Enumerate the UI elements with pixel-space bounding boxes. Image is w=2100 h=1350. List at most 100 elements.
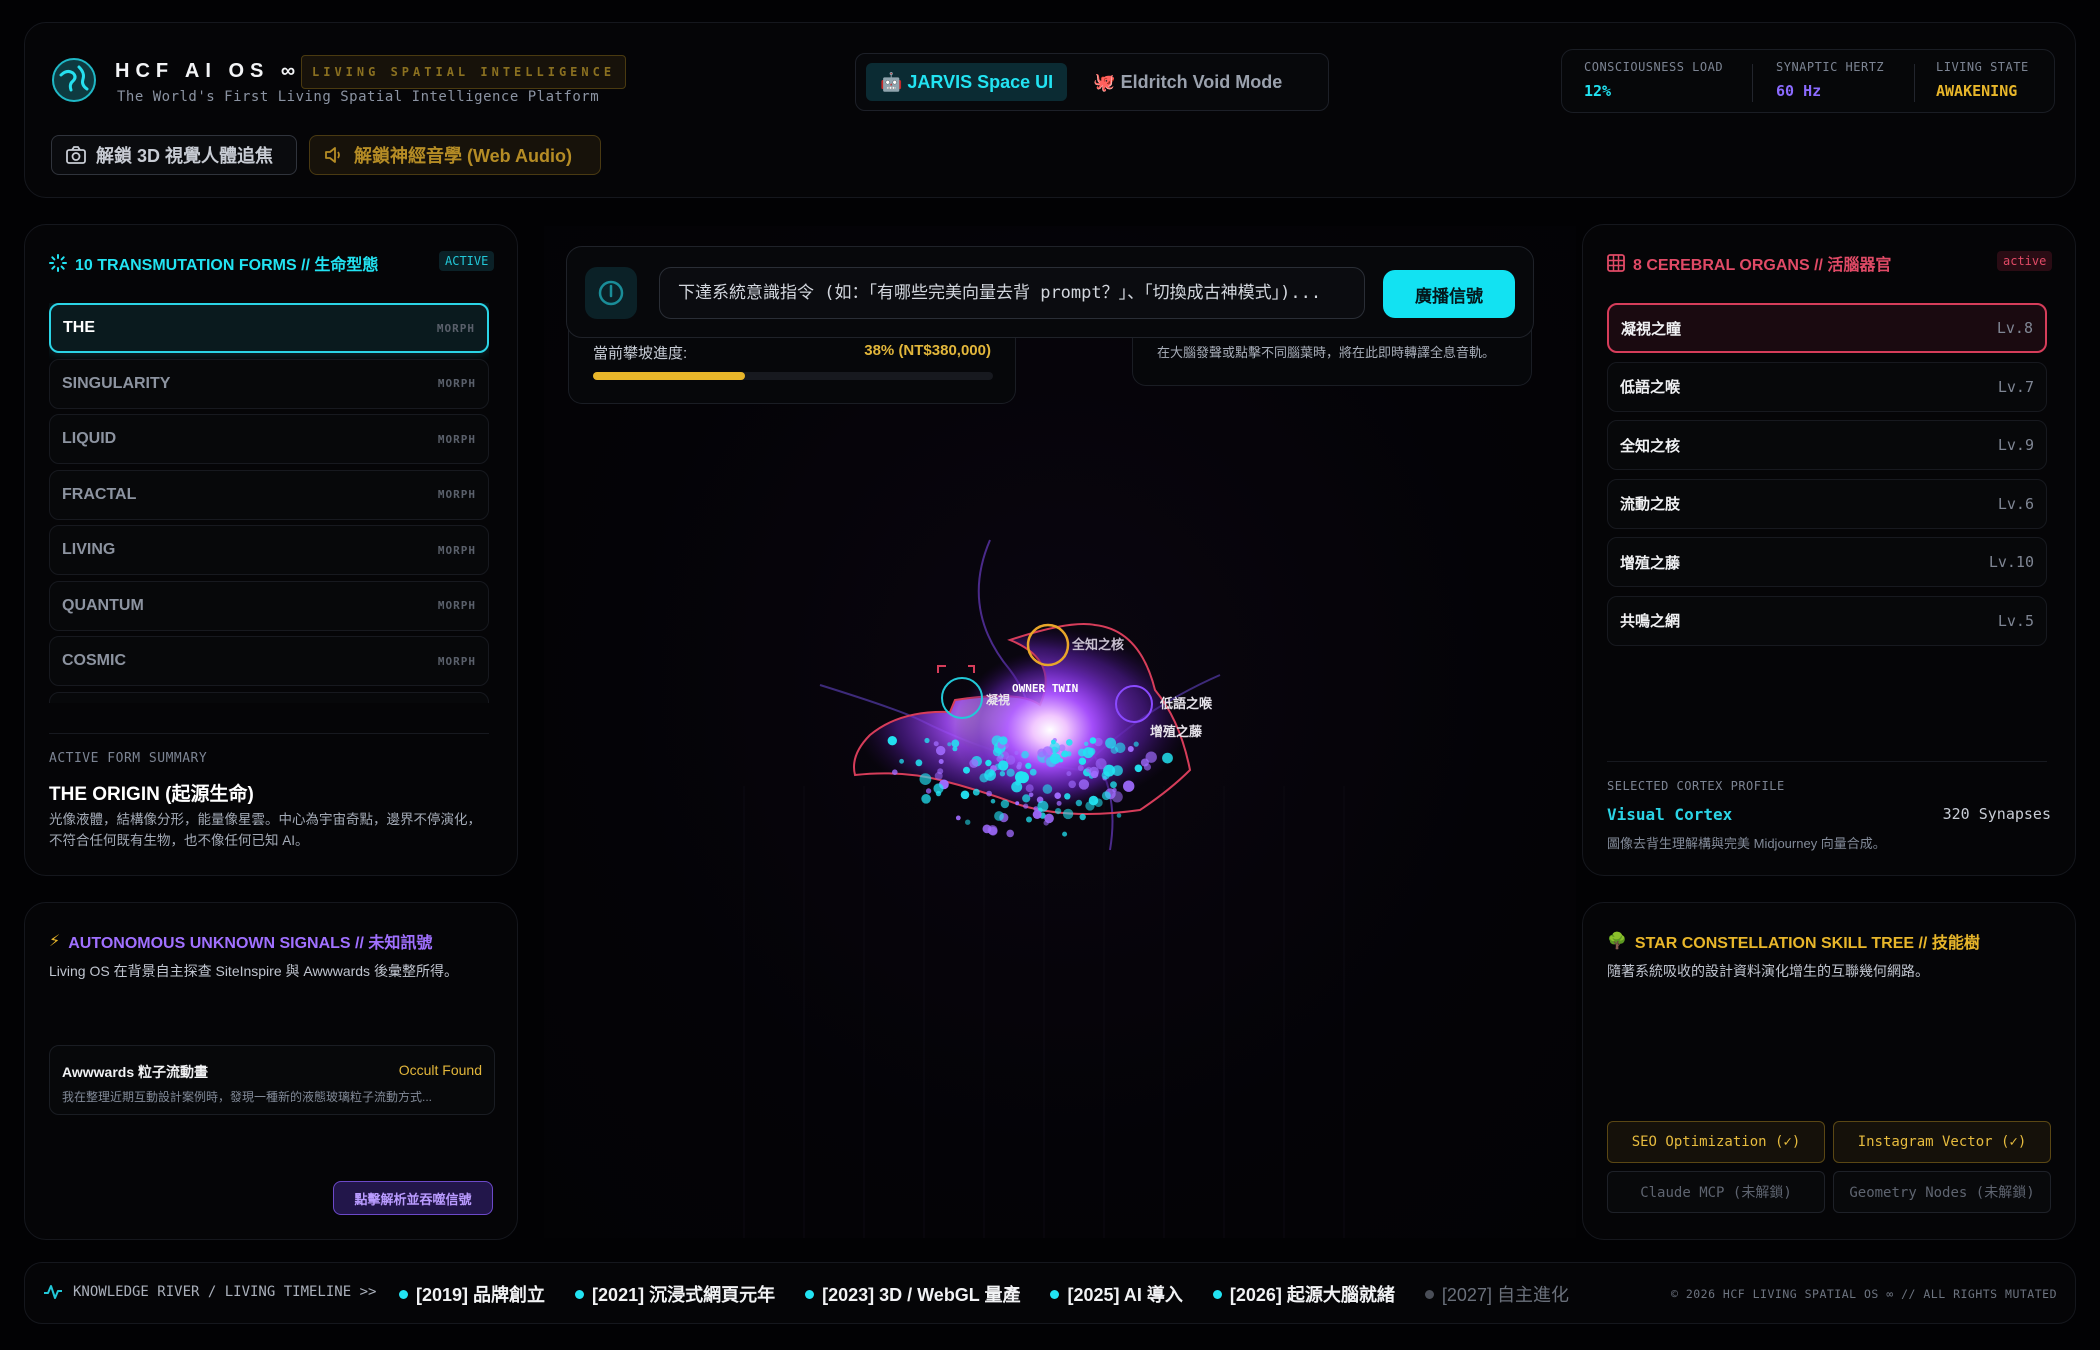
orb-particle xyxy=(1089,737,1097,744)
form-item[interactable]: COSMIC MORPH xyxy=(49,636,489,686)
orb-particle xyxy=(1046,756,1057,768)
orb-particle xyxy=(1026,816,1032,823)
organ-item[interactable]: 增殖之藤 Lv.10 xyxy=(1607,537,2047,588)
orb-particle xyxy=(1140,758,1149,767)
timeline-label: [2025] AI 導入 xyxy=(1067,1285,1183,1305)
orb-particle xyxy=(1064,793,1071,800)
stat-label: SYNAPTIC HERTZ xyxy=(1776,60,1885,74)
timeline-dot xyxy=(805,1289,815,1299)
signal-card[interactable]: Awwwards 粒子流動畫 Occult Found 我在整理近期互動設計案例… xyxy=(49,1045,495,1115)
orb-particle xyxy=(986,790,992,797)
unlock-camera-label: 解鎖 3D 視覺人體追焦 xyxy=(96,146,274,166)
form-item[interactable]: QUANTUM MORPH xyxy=(49,580,489,631)
orb-particle xyxy=(925,788,932,794)
organ-item[interactable]: 低語之喉 Lv.7 xyxy=(1607,361,2047,412)
mode-jarvis-button[interactable]: 🤖 JARVIS Space UI xyxy=(866,63,1068,101)
skills-title: 🌳 STAR CONSTELLATION SKILL TREE // 技能樹 xyxy=(1607,929,1980,953)
form-item[interactable]: LIVING MORPH xyxy=(49,525,489,575)
signal-card-description: 我在整理近期互動設計案例時，發現一種新的液態玻璃粒子流動方式... xyxy=(62,1090,433,1104)
skill-seo-button[interactable]: SEO Optimization (✓) xyxy=(1607,1121,1825,1163)
forms-title-text: 10 TRANSMUTATION FORMS // 生命型態 xyxy=(75,257,379,274)
form-item[interactable]: FRACTAL MORPH xyxy=(49,469,489,520)
audio-hint: 在大腦發聲或點擊不同腦葉時，將在此即時轉譯全息音軌。 xyxy=(1157,345,1496,360)
organ-item[interactable]: 共鳴之網 Lv.5 xyxy=(1607,595,2047,646)
skill-geometry-nodes-button[interactable]: Geometry Nodes (未解鎖) xyxy=(1833,1171,2051,1213)
power-icon[interactable] xyxy=(585,267,637,319)
timeline-dot xyxy=(575,1289,585,1299)
signals-title-text: AUTONOMOUS UNKNOWN SIGNALS // 未知訊號 xyxy=(68,935,433,952)
timeline-dot xyxy=(1050,1289,1060,1299)
organs-title-text: 8 CEREBRAL ORGANS // 活腦器官 xyxy=(1633,257,1892,274)
form-item-name: LIQUID xyxy=(62,430,117,447)
summary-label: ACTIVE FORM SUMMARY xyxy=(49,751,208,766)
timeline-label: [2027] 自主進化 xyxy=(1441,1285,1569,1305)
cortex-synapses: 320 Synapses xyxy=(1942,805,2051,823)
progress-value: 38% (NT$380,000) xyxy=(864,342,991,359)
skill-claude-mcp-button[interactable]: Claude MCP (未解鎖) xyxy=(1607,1171,1825,1213)
orb-particle xyxy=(1042,746,1053,757)
form-item-morph: MORPH xyxy=(436,321,475,335)
orb-particle xyxy=(1082,747,1094,759)
speaker-icon xyxy=(325,147,340,163)
orb-label: 增殖之藤 xyxy=(1150,724,1203,739)
timeline-item[interactable]: [2019] 品牌創立 xyxy=(399,1281,545,1307)
progress-label: 當前攀坡進度: xyxy=(593,345,688,362)
timeline-item[interactable]: [2021] 沉浸式網頁元年 xyxy=(575,1281,775,1307)
lightning-icon: ⚡ xyxy=(49,933,61,950)
form-item[interactable] xyxy=(49,691,489,703)
orb-label: 凝視 xyxy=(986,692,1010,707)
camera-icon xyxy=(66,146,86,164)
stat-label: LIVING STATE xyxy=(1936,60,2029,74)
parse-signal-button[interactable]: 點擊解析並吞噬信號 xyxy=(333,1181,493,1215)
organ-item[interactable]: 流動之肢 Lv.6 xyxy=(1607,478,2047,529)
orb-particle xyxy=(960,790,970,800)
organ-level: Lv.10 xyxy=(1988,553,2034,572)
signals-panel: ⚡ AUTONOMOUS UNKNOWN SIGNALS // 未知訊號 Liv… xyxy=(24,902,518,1240)
timeline-item[interactable]: [2026] 起源大腦就緒 xyxy=(1212,1281,1395,1307)
funding-progress-card: 當前攀坡進度: 38% (NT$380,000) xyxy=(568,330,1016,404)
timeline-item[interactable]: [2023] 3D / WebGL 量產 xyxy=(805,1281,1020,1307)
form-item-name: FRACTAL xyxy=(62,485,137,503)
timeline-item[interactable]: [2027] 自主進化 xyxy=(1424,1281,1569,1307)
globe-logo-icon xyxy=(52,58,96,102)
timeline-item[interactable]: [2025] AI 導入 xyxy=(1050,1281,1183,1307)
form-item[interactable]: SINGULARITY MORPH xyxy=(49,358,489,409)
organ-item[interactable]: 全知之核 Lv.9 xyxy=(1607,420,2047,471)
orb-particle xyxy=(1025,784,1034,793)
orb-particle xyxy=(919,773,932,785)
form-item[interactable]: LIQUID MORPH xyxy=(49,414,489,464)
organ-name: 凝視之瞳 xyxy=(1621,320,1682,338)
audio-transcript-card: 在大腦發聲或點擊不同腦葉時，將在此即時轉譯全息音軌。 xyxy=(1132,330,1532,386)
orb-particle xyxy=(1079,813,1086,821)
broadcast-button[interactable]: 廣播信號 xyxy=(1383,270,1515,318)
form-item[interactable]: THE MORPH xyxy=(49,303,489,353)
orb-particle xyxy=(924,737,930,744)
organ-item[interactable]: 凝視之瞳 Lv.8 xyxy=(1607,303,2047,353)
form-item-morph: MORPH xyxy=(437,654,476,668)
mode-eldritch-button[interactable]: 🐙 Eldritch Void Mode xyxy=(1079,63,1296,101)
orb-particle xyxy=(1089,766,1099,777)
organ-name: 全知之核 xyxy=(1620,437,1681,455)
skill-instagram-button[interactable]: Instagram Vector (✓) xyxy=(1833,1121,2051,1163)
orb-particle xyxy=(1116,813,1122,818)
unlock-audio-button[interactable]: 解鎖神經音學 (Web Audio) xyxy=(309,135,601,175)
command-input[interactable]: 下達系統意識指令 (如：「有哪些完美向量去背 prompt？」、「切換成古神模式… xyxy=(659,267,1365,319)
cortex-label: SELECTED CORTEX PROFILE xyxy=(1607,779,1785,793)
brain-orb-visual: 全知之核 低語之喉 增殖之藤 凝視 OWNER TWIN xyxy=(819,539,1221,851)
orb-particle xyxy=(1054,792,1061,799)
unlock-camera-button[interactable]: 解鎖 3D 視覺人體追焦 xyxy=(51,135,297,175)
form-item-morph: MORPH xyxy=(437,488,476,501)
forms-list: THE MORPH SINGULARITY MORPH LIQUID MORPH FRACT… xyxy=(49,303,489,703)
orb-particle xyxy=(947,742,952,747)
orb-particle xyxy=(1101,771,1110,780)
orb-particle xyxy=(892,769,898,775)
stat-label: CONSCIOUSNESS LOAD xyxy=(1584,60,1724,74)
signals-description: Living OS 在背景自主探查 SiteInspire 與 Awwwards… xyxy=(49,963,458,979)
orb-particle xyxy=(1042,784,1053,794)
orb-particle xyxy=(1066,751,1072,757)
orb-particle xyxy=(1025,762,1032,769)
progress-fill xyxy=(593,372,745,380)
orb-particle xyxy=(936,745,946,756)
orb-particle xyxy=(963,766,970,774)
timeline-footer: KNOWLEDGE RIVER / LIVING TIMELINE >> [20… xyxy=(24,1262,2076,1324)
